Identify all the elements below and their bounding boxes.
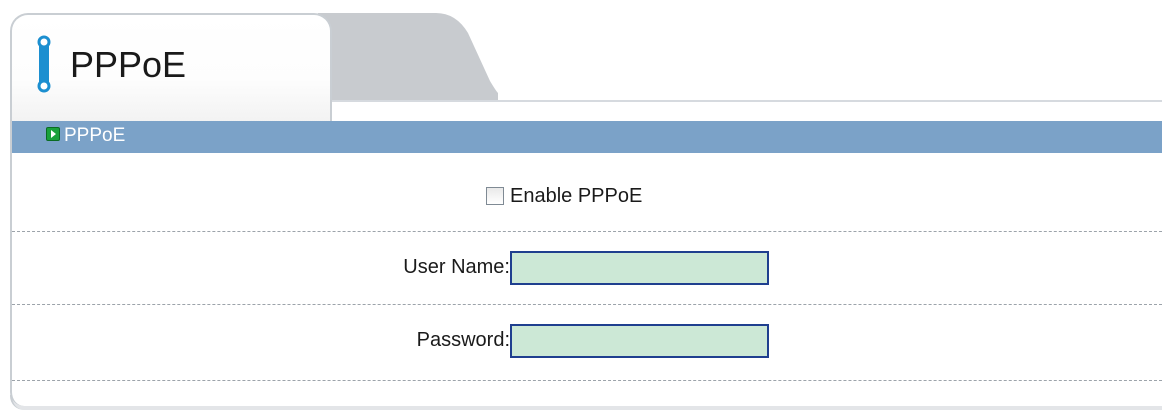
tab-title: PPPoE: [70, 44, 187, 85]
pppoe-settings-window: PPPoE PPPoE Enable PPPoE User Name: Pass…: [0, 0, 1162, 410]
enable-pppoe-label: Enable PPPoE: [510, 185, 643, 207]
username-label: User Name:: [403, 256, 510, 278]
divider: [12, 380, 1162, 381]
enable-pppoe-row: Enable PPPoE: [12, 153, 1162, 231]
tab-inactive[interactable]: [318, 13, 498, 101]
username-row: User Name:: [12, 231, 1162, 304]
enable-pppoe-checkbox[interactable]: [486, 187, 504, 205]
password-row: Password:: [12, 304, 1162, 380]
username-input[interactable]: [510, 251, 769, 285]
password-label: Password:: [416, 329, 510, 351]
section-title: PPPoE: [64, 125, 126, 146]
password-input[interactable]: [510, 324, 769, 358]
green-arrow-icon: [46, 127, 60, 141]
section-header: PPPoE: [12, 121, 1162, 153]
connector-icon: [36, 34, 52, 94]
